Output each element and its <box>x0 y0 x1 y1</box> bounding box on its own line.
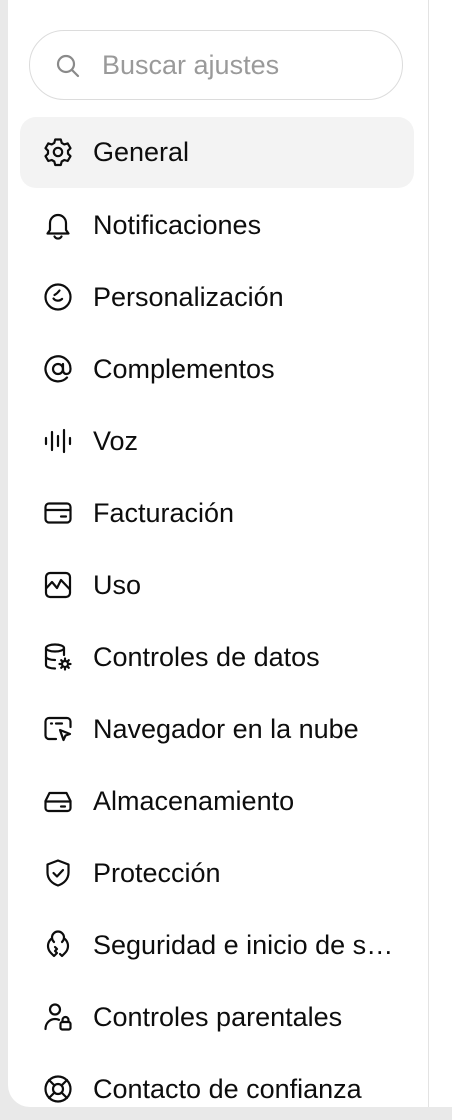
sidebar-item-voz[interactable]: Voz <box>20 405 414 477</box>
sidebar-item-complementos[interactable]: Complementos <box>20 333 414 405</box>
sidebar-item-label: Complementos <box>93 354 275 384</box>
sidebar-item-facturacion[interactable]: Facturación <box>20 477 414 549</box>
sidebar-item-personalizacion[interactable]: Personalización <box>20 261 414 333</box>
usage-chart-icon <box>42 569 74 601</box>
sidebar-item-contacto-de-confianza[interactable]: Contacto de confianza <box>20 1053 414 1107</box>
sidebar-item-label: Uso <box>93 570 142 600</box>
sidebar-item-label: Notificaciones <box>93 210 262 240</box>
sidebar-item-seguridad[interactable]: Seguridad e inicio de sesión <box>20 909 414 981</box>
user-lock-icon <box>42 1001 74 1033</box>
personalization-icon <box>42 281 74 313</box>
sidebar-item-controles-de-datos[interactable]: Controles de datos <box>20 621 414 693</box>
sidebar-item-label: Navegador en la nube <box>93 714 359 744</box>
sidebar-item-label: Protección <box>93 858 221 888</box>
sidebar-item-proteccion[interactable]: Protección <box>20 837 414 909</box>
content-area-edge <box>429 0 452 1107</box>
sidebar-item-label: General <box>93 137 190 167</box>
gear-icon <box>42 136 74 168</box>
sidebar-item-controles-parentales[interactable]: Controles parentales <box>20 981 414 1053</box>
sidebar-item-almacenamiento[interactable]: Almacenamiento <box>20 765 414 837</box>
sidebar-item-notificaciones[interactable]: Notificaciones <box>20 189 414 261</box>
search-input[interactable] <box>102 45 382 85</box>
sidebar-item-general[interactable]: General <box>20 117 414 188</box>
browser-cursor-icon <box>42 713 74 745</box>
sidebar-item-uso[interactable]: Uso <box>20 549 414 621</box>
search-icon <box>54 52 82 80</box>
sidebar-item-label: Facturación <box>93 498 235 528</box>
search-box[interactable] <box>29 30 403 100</box>
database-gear-icon <box>42 641 74 673</box>
shield-check-icon <box>42 857 74 889</box>
voice-waveform-icon <box>42 425 74 457</box>
sidebar-item-label: Seguridad e inicio de sesión <box>93 930 403 960</box>
sidebar-item-label: Controles de datos <box>93 642 320 672</box>
bell-icon <box>42 209 74 241</box>
at-sign-icon <box>42 353 74 385</box>
sidebar-item-navegador-en-la-nube[interactable]: Navegador en la nube <box>20 693 414 765</box>
sidebar-item-label: Personalización <box>93 282 284 312</box>
sidebar-item-label: Almacenamiento <box>93 786 295 816</box>
sidebar-item-label: Voz <box>93 426 139 456</box>
credit-card-icon <box>42 497 74 529</box>
lifebuoy-icon <box>42 1073 74 1105</box>
settings-menu: General Notificaciones Personalización C… <box>20 117 414 1107</box>
sidebar-item-label: Controles parentales <box>93 1002 343 1032</box>
sidebar-item-label: Contacto de confianza <box>93 1074 362 1104</box>
settings-sidebar: General Notificaciones Personalización <box>8 0 428 1107</box>
security-icon <box>42 929 74 961</box>
storage-drive-icon <box>42 785 74 817</box>
